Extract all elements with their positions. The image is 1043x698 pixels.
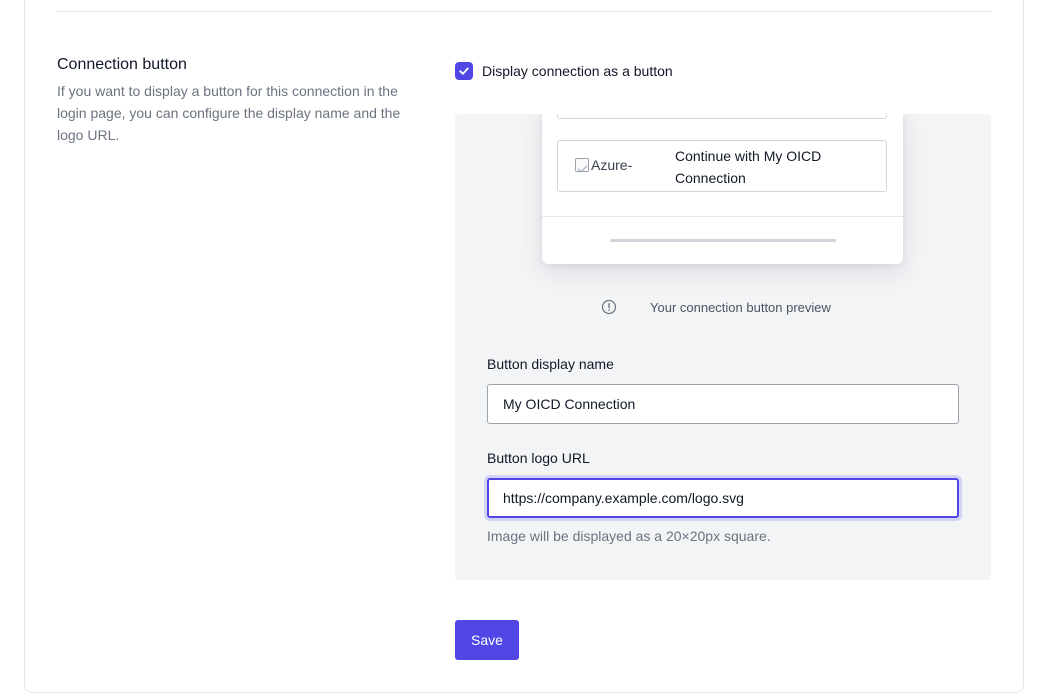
info-icon (601, 299, 617, 315)
checkmark-icon (459, 67, 469, 75)
display-as-button-checkbox[interactable] (455, 62, 473, 80)
button-config-panel: Azure- Continue with My OICD Connection … (455, 114, 991, 580)
section-description: If you want to display a button for this… (57, 83, 401, 143)
preview-caption-text: Your connection button preview (650, 299, 831, 315)
preview-logo-alt: Azure- (591, 157, 633, 173)
preview-button-text: Continue with My OICD Connection (675, 148, 822, 186)
display-as-button-checkbox-row[interactable]: Display connection as a button (455, 62, 673, 80)
preview-connection-button: Azure- Continue with My OICD Connection (557, 140, 887, 192)
login-preview: Azure- Continue with My OICD Connection (542, 114, 903, 264)
preview-logo-image: Azure- (575, 157, 632, 173)
save-button[interactable]: Save (455, 620, 519, 660)
section-divider (57, 11, 991, 12)
display-name-label: Button display name (487, 356, 614, 372)
display-name-input[interactable] (487, 384, 959, 424)
preview-previous-button (557, 114, 887, 119)
preview-caption: Your connection button preview (601, 299, 831, 315)
logo-url-input[interactable] (487, 478, 959, 518)
section-title: Connection button (57, 56, 187, 73)
broken-image-icon (575, 158, 589, 172)
logo-url-hint: Image will be displayed as a 20×20px squ… (487, 528, 771, 544)
checkbox-label: Display connection as a button (482, 63, 673, 79)
preview-placeholder-bar (610, 239, 836, 242)
preview-divider (542, 216, 903, 217)
logo-url-label: Button logo URL (487, 450, 590, 466)
